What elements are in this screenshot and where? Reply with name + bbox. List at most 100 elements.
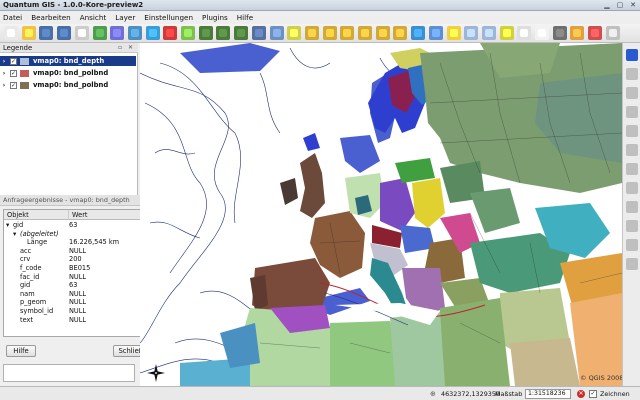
save-project-icon[interactable] <box>39 26 54 40</box>
expand-icon[interactable]: › <box>0 58 8 65</box>
overview-panel <box>3 364 135 382</box>
results-tree[interactable]: Objekt Wert ▾ gid 63 ▾ (abgeleitet) Länge 16.2… <box>3 209 157 337</box>
add-vector-layer-icon[interactable] <box>92 26 107 40</box>
link-icon[interactable] <box>269 26 284 40</box>
attribute-value: NULL <box>69 307 87 315</box>
result-row[interactable]: ▾ gid 63 <box>4 221 156 230</box>
layer-symbol-icon <box>20 69 29 77</box>
paste-icon[interactable] <box>626 201 638 213</box>
stop-render-icon[interactable]: ✕ <box>577 390 585 398</box>
layer-visible-checkbox[interactable]: ✓ <box>10 69 17 77</box>
float-panel-icon[interactable]: ▫ <box>118 43 122 53</box>
zoom-in-icon[interactable] <box>304 26 319 40</box>
zoom-full-icon[interactable] <box>340 26 355 40</box>
menu-hilfe[interactable]: Hilfe <box>237 13 253 22</box>
minimize-icon[interactable]: ▁ <box>603 1 611 9</box>
remove-layer-icon[interactable] <box>163 26 178 40</box>
result-row[interactable]: fac_id NULL <box>4 273 156 282</box>
capture-polygon-icon[interactable] <box>234 26 249 40</box>
result-row[interactable]: crv 200 <box>4 255 156 264</box>
result-row[interactable]: text NULL <box>4 316 156 325</box>
layer-visible-checkbox[interactable]: ✓ <box>10 81 17 89</box>
scale-input[interactable]: 1:31518236 <box>525 389 571 399</box>
bookmark-icon[interactable] <box>517 26 532 40</box>
result-row[interactable]: gid 63 <box>4 281 156 290</box>
capture-line-icon[interactable] <box>216 26 231 40</box>
attribute-name: p_geom <box>20 298 47 307</box>
maximize-icon[interactable]: ▢ <box>616 1 624 9</box>
attribute-name: nam <box>20 289 35 298</box>
menu-ansicht[interactable]: Ansicht <box>80 13 107 22</box>
expand-icon[interactable]: › <box>0 82 8 89</box>
identify-icon[interactable] <box>428 26 443 40</box>
layer-name: vmap0: bnd_polbnd <box>33 69 109 77</box>
result-row[interactable]: symbol_id NULL <box>4 307 156 316</box>
new-project-icon[interactable] <box>4 26 18 40</box>
edit-icon[interactable] <box>626 258 638 270</box>
close-panel-icon[interactable]: ✕ <box>128 43 133 53</box>
grass-icon[interactable] <box>552 26 567 40</box>
zoom-selection-icon[interactable] <box>358 26 372 40</box>
tree-expand-icon[interactable]: ▾ <box>13 230 16 239</box>
column-header-objekt[interactable]: Objekt <box>4 210 69 220</box>
menu-datei[interactable]: Datei <box>3 13 22 22</box>
result-row[interactable]: acc NULL <box>4 247 156 256</box>
legend-layer-3[interactable]: › ✓ vmap0: bnd_polbnd <box>0 80 136 90</box>
split-icon[interactable] <box>626 125 638 137</box>
measure-line-icon[interactable] <box>464 26 479 40</box>
menu-bearbeiten[interactable]: Bearbeiten <box>31 13 71 22</box>
attribute-name: text <box>20 315 34 324</box>
add-island-icon[interactable] <box>626 106 638 118</box>
menu-einstellungen[interactable]: Einstellungen <box>144 13 193 22</box>
undo-icon[interactable] <box>626 220 638 232</box>
close-icon[interactable] <box>605 26 620 40</box>
add-raster-layer-icon[interactable] <box>110 26 125 40</box>
move-icon[interactable] <box>626 163 638 175</box>
result-row[interactable]: nam NULL <box>4 290 156 299</box>
pencil-icon[interactable] <box>626 49 638 61</box>
measure-area-icon[interactable] <box>481 26 496 40</box>
coordinate-icon[interactable]: ⊕ <box>430 390 438 398</box>
layer-visible-checkbox[interactable]: ✓ <box>10 57 17 65</box>
capture-point-icon[interactable] <box>198 26 213 40</box>
legend-panel: Legende ▫ ✕ › ✓ vmap0: bnd_depth › ✓ vma… <box>0 43 138 195</box>
new-vector-icon[interactable] <box>181 26 195 40</box>
add-ring-icon[interactable] <box>626 87 638 99</box>
menu-plugins[interactable]: Plugins <box>202 13 228 22</box>
refresh-icon[interactable] <box>411 26 426 40</box>
legend-layer-2[interactable]: › ✓ vmap0: bnd_polbnd <box>0 68 136 78</box>
result-row[interactable]: ▾ (abgeleitet) <box>4 230 156 239</box>
plugin-icon[interactable] <box>570 26 585 40</box>
table-icon[interactable] <box>535 26 549 40</box>
map-tips-icon[interactable] <box>499 26 514 40</box>
result-row[interactable]: p_geom NULL <box>4 298 156 307</box>
close-icon[interactable]: ✕ <box>629 1 637 9</box>
help-button[interactable]: Hilfe <box>6 345 36 357</box>
legend-layer-1[interactable]: › ✓ vmap0: bnd_depth <box>0 56 136 66</box>
pan-icon[interactable] <box>287 26 302 40</box>
node-tool-icon[interactable] <box>626 68 638 80</box>
delete-icon[interactable] <box>626 144 638 156</box>
layer-name: vmap0: bnd_polbnd <box>33 81 109 89</box>
zoom-layer-icon[interactable] <box>375 26 390 40</box>
attribute-name: gid <box>20 281 31 290</box>
select-icon[interactable] <box>446 26 461 40</box>
eye-icon[interactable] <box>251 26 266 40</box>
redo-icon[interactable] <box>626 239 638 251</box>
add-postgis-icon[interactable] <box>127 26 142 40</box>
zoom-out-icon[interactable] <box>322 26 337 40</box>
result-row[interactable]: Länge 16.226,545 km <box>4 238 156 247</box>
save-as-icon[interactable] <box>57 26 72 40</box>
overview-icon[interactable] <box>588 26 603 40</box>
expand-icon[interactable]: › <box>0 70 8 77</box>
open-project-icon[interactable] <box>21 26 36 40</box>
render-checkbox[interactable]: ✓ <box>589 390 597 398</box>
tree-expand-icon[interactable]: ▾ <box>6 221 9 230</box>
menu-layer[interactable]: Layer <box>115 13 135 22</box>
print-icon[interactable] <box>74 26 89 40</box>
add-wms-icon[interactable] <box>145 26 160 40</box>
map-canvas[interactable] <box>140 43 622 386</box>
zoom-last-icon[interactable] <box>393 26 408 40</box>
copy-icon[interactable] <box>626 182 638 194</box>
result-row[interactable]: f_code BE015 <box>4 264 156 273</box>
